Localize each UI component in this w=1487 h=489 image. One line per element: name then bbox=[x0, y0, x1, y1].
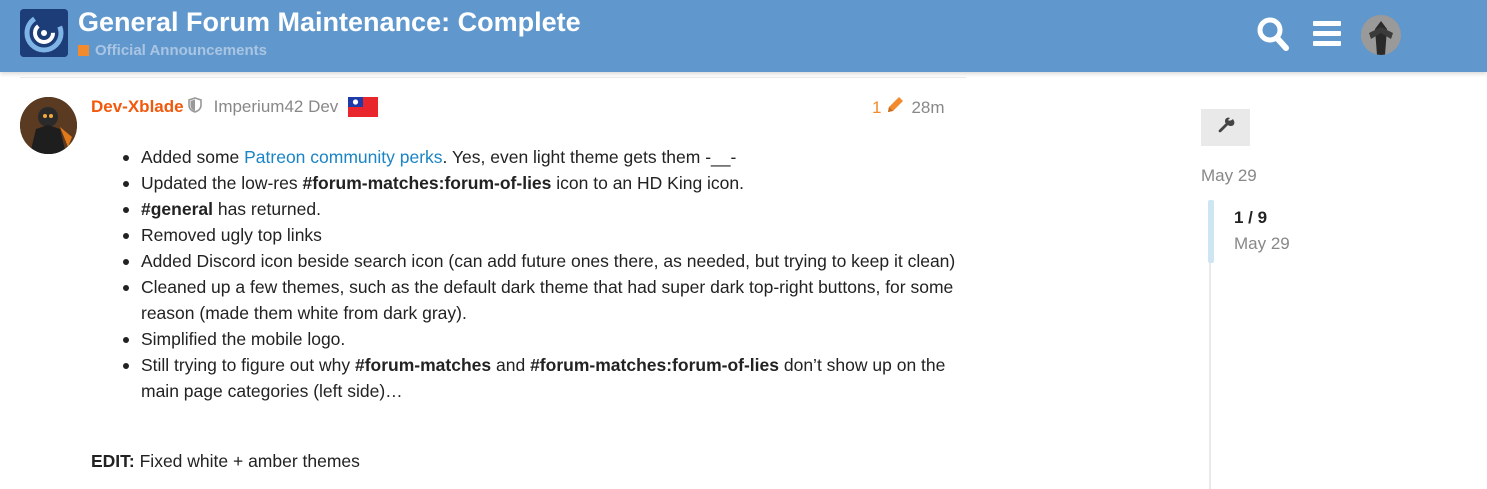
divider bbox=[20, 77, 966, 78]
post-text: icon to an HD King icon. bbox=[551, 173, 745, 193]
post-edit-info: 1 28m bbox=[872, 95, 945, 120]
post-list-item: Added some Patreon community perks. Yes,… bbox=[123, 144, 961, 170]
post-text: and bbox=[491, 355, 531, 375]
edit-count[interactable]: 1 bbox=[872, 98, 881, 118]
post-author-avatar[interactable] bbox=[20, 97, 77, 154]
post-list-item: Simplified the mobile logo. bbox=[123, 326, 961, 352]
site-header: General Forum Maintenance: Complete Offi… bbox=[0, 0, 1487, 72]
category-label: Official Announcements bbox=[95, 42, 267, 59]
post-text: Added Discord icon beside search icon (c… bbox=[141, 251, 956, 271]
post-text: Removed ugly top links bbox=[141, 225, 322, 245]
post-list-item: Still trying to figure out why #forum-ma… bbox=[123, 352, 961, 404]
patreon-perks-link[interactable]: Patreon community perks bbox=[244, 147, 442, 167]
category-hashtag[interactable]: #forum-matches:forum-of-lies bbox=[302, 173, 551, 193]
post-age[interactable]: 28m bbox=[911, 98, 944, 118]
post-author-username[interactable]: Dev-Xblade bbox=[91, 97, 184, 117]
site-logo[interactable] bbox=[20, 9, 68, 57]
post-text: . Yes, even light theme gets them -__- bbox=[442, 147, 737, 167]
timeline-current-date: May 29 bbox=[1234, 234, 1290, 253]
hamburger-menu-icon[interactable] bbox=[1311, 14, 1343, 59]
category-hashtag[interactable]: #forum-matches bbox=[355, 355, 491, 375]
category-hashtag[interactable]: #general bbox=[141, 199, 213, 219]
post-list-item: Cleaned up a few themes, such as the def… bbox=[123, 274, 961, 326]
category-badge[interactable]: Official Announcements bbox=[78, 42, 267, 59]
taiwan-flag-icon bbox=[348, 96, 379, 117]
post-text: Still trying to figure out why bbox=[141, 355, 355, 375]
timeline-scroll-handle[interactable] bbox=[1208, 200, 1214, 263]
post-author-title: Imperium42 Dev bbox=[213, 96, 339, 116]
post-meta: Dev-Xblade Imperium42 Dev bbox=[91, 95, 379, 118]
shield-icon bbox=[187, 97, 202, 118]
post-edit-note: EDIT: Fixed white + amber themes bbox=[91, 448, 360, 474]
edit-note-label: EDIT: bbox=[91, 451, 135, 471]
search-icon[interactable] bbox=[1256, 14, 1292, 59]
post-text: has returned. bbox=[212, 199, 321, 219]
post-list-item: Removed ugly top links bbox=[123, 222, 961, 248]
post-text: Simplified the mobile logo. bbox=[141, 329, 346, 349]
timeline-start-date[interactable]: May 29 bbox=[1201, 166, 1257, 186]
topic-admin-button[interactable] bbox=[1201, 109, 1250, 146]
post-text: Added some bbox=[141, 147, 245, 167]
user-avatar[interactable] bbox=[1361, 15, 1401, 55]
wrench-icon bbox=[1216, 115, 1236, 140]
post-list-item: Added Discord icon beside search icon (c… bbox=[123, 248, 961, 274]
post-list-item: Updated the low-res #forum-matches:forum… bbox=[123, 170, 961, 196]
post-list-item: #general has returned. bbox=[123, 196, 961, 222]
post-text: Cleaned up a few themes, such as the def… bbox=[141, 277, 954, 323]
post-text: Updated the low-res bbox=[141, 173, 303, 193]
topic-title[interactable]: General Forum Maintenance: Complete bbox=[78, 7, 581, 38]
category-hashtag[interactable]: #forum-matches:forum-of-lies bbox=[530, 355, 779, 375]
post-body-list: Added some Patreon community perks. Yes,… bbox=[123, 144, 961, 404]
category-color-square bbox=[78, 45, 89, 56]
pencil-icon[interactable] bbox=[885, 95, 905, 120]
timeline-post-count: 1 / 9 bbox=[1234, 208, 1268, 227]
edit-note-text: Fixed white + amber themes bbox=[134, 451, 360, 471]
